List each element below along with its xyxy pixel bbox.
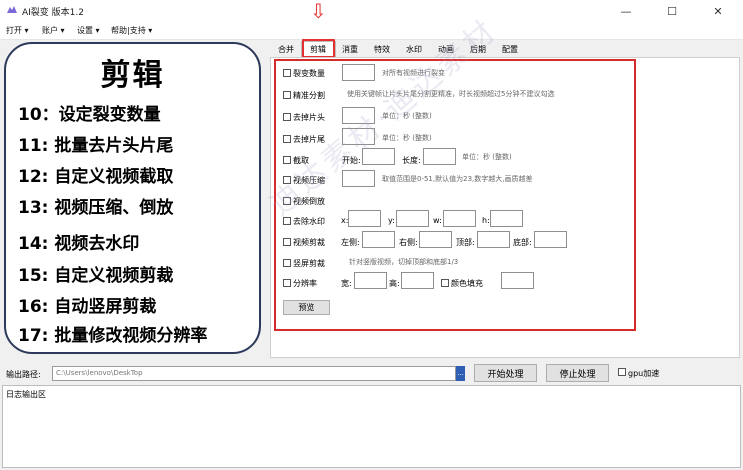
tab-dedupe[interactable]: 消重: [342, 44, 358, 55]
output-path-label: 输出路径:: [6, 370, 41, 379]
gpu-accel-label: gpu加速: [628, 369, 660, 378]
vertical-crop-hint: 针对竖版视频，切掉顶部和底部1/3: [349, 258, 459, 266]
reverse-label: 视频倒放: [293, 197, 325, 206]
menu-settings[interactable]: 设置 ▾: [77, 25, 100, 36]
clip-label: 截取: [293, 156, 309, 165]
fission-count-label: 裂变数量: [293, 69, 325, 78]
window-title: AI裂变 版本1.2: [22, 8, 84, 18]
browse-button[interactable]: ...: [456, 366, 465, 381]
clip-length-label: 长度:: [402, 156, 421, 165]
clip-checkbox[interactable]: [283, 156, 291, 164]
reverse-checkbox[interactable]: [283, 197, 291, 205]
feature-item: 15: 自定义视频剪裁: [18, 266, 174, 286]
feature-title: 剪辑: [100, 58, 165, 93]
minimize-button[interactable]: —: [603, 0, 649, 22]
crop-bottom-input[interactable]: [534, 231, 567, 248]
gpu-accel-checkbox[interactable]: [618, 368, 626, 376]
clip-unit: 单位：秒 (整数): [462, 153, 512, 161]
compress-checkbox[interactable]: [283, 176, 291, 184]
cut-tail-checkbox[interactable]: [283, 135, 291, 143]
feature-item: 16: 自动竖屏剪裁: [18, 297, 157, 317]
fission-count-checkbox[interactable]: [283, 69, 291, 77]
cut-tail-label: 去掉片尾: [293, 135, 325, 144]
cut-head-input[interactable]: [342, 107, 375, 124]
cut-tail-input[interactable]: [342, 128, 375, 145]
menu-help-support[interactable]: 帮助|支持 ▾: [111, 25, 152, 36]
start-processing-button[interactable]: 开始处理: [474, 364, 537, 382]
crop-right-label: 右侧:: [399, 238, 418, 247]
tab-config[interactable]: 配置: [502, 44, 518, 55]
crop-left-input[interactable]: [362, 231, 395, 248]
compress-label: 视频压缩: [293, 176, 325, 185]
watermark-h-label: h:: [482, 216, 490, 225]
precise-split-label: 精准分割: [293, 91, 325, 100]
resolution-checkbox[interactable]: [283, 279, 291, 287]
maximize-button[interactable]: ☐: [649, 0, 695, 22]
crop-right-input[interactable]: [419, 231, 452, 248]
crop-bottom-label: 底部:: [513, 238, 532, 247]
remove-watermark-checkbox[interactable]: [283, 217, 291, 225]
compress-input[interactable]: [342, 170, 375, 187]
crop-label: 视频剪裁: [293, 238, 325, 247]
resolution-width-label: 宽:: [341, 279, 352, 288]
watermark-w-label: w:: [433, 216, 442, 225]
tab-effects[interactable]: 特效: [374, 44, 390, 55]
resolution-height-input[interactable]: [401, 272, 434, 289]
feature-item: 12: 自定义视频截取: [18, 167, 174, 187]
cut-head-checkbox[interactable]: [283, 113, 291, 121]
fission-count-hint: 对所有视频进行裂变: [382, 69, 445, 77]
watermark-y-input[interactable]: [396, 210, 429, 227]
watermark-h-input[interactable]: [490, 210, 523, 227]
crop-left-label: 左侧:: [341, 238, 360, 247]
log-output-label: 日志输出区: [6, 390, 46, 399]
resolution-label: 分辨率: [293, 279, 317, 288]
tab-animation[interactable]: 动画: [438, 44, 454, 55]
crop-checkbox[interactable]: [283, 238, 291, 246]
menu-account[interactable]: 账户 ▾: [42, 25, 65, 36]
feature-item: 10：设定裂变数量: [18, 105, 161, 125]
clip-start-label: 开始:: [342, 156, 361, 165]
vertical-crop-checkbox[interactable]: [283, 259, 291, 267]
tab-watermark[interactable]: 水印: [406, 44, 422, 55]
tab-highlight-box: [302, 39, 335, 58]
clip-length-input[interactable]: [423, 148, 456, 165]
output-path-input[interactable]: C:\Users\lenovo\DeskTop: [52, 366, 456, 381]
compress-hint: 取值范围是0-51,默认值为23,数字越大,画质越差: [382, 175, 533, 183]
cut-head-unit: 单位：秒 (整数): [382, 112, 432, 120]
feature-item: 13: 视频压缩、倒放: [18, 198, 174, 218]
cut-head-label: 去掉片头: [293, 113, 325, 122]
watermark-w-input[interactable]: [443, 210, 476, 227]
resolution-height-label: 高:: [389, 279, 400, 288]
vertical-crop-label: 竖屏剪裁: [293, 259, 325, 268]
crop-top-label: 顶部:: [456, 238, 475, 247]
crop-top-input[interactable]: [477, 231, 510, 248]
feature-item: 14: 视频去水印: [18, 234, 140, 254]
color-fill-label: 颜色填充: [451, 279, 483, 288]
app-logo-icon: [7, 6, 17, 13]
watermark-x-input[interactable]: [348, 210, 381, 227]
down-arrow-icon: ⇩: [310, 0, 327, 23]
precise-split-checkbox[interactable]: [283, 91, 291, 99]
feature-item: 17: 批量修改视频分辨率: [18, 326, 208, 346]
preview-button[interactable]: 预览: [283, 300, 330, 315]
clip-start-input[interactable]: [362, 148, 395, 165]
precise-split-hint: 使用关键帧让片头片尾分割更精准，时长视频超过5分钟不建议勾选: [347, 90, 555, 98]
feature-item: 11: 批量去片头片尾: [18, 136, 174, 156]
watermark-y-label: y:: [388, 216, 395, 225]
tab-merge[interactable]: 合并: [278, 44, 294, 55]
remove-watermark-label: 去除水印: [293, 217, 325, 226]
close-button[interactable]: ✕: [695, 0, 741, 22]
highlight-frame: [274, 59, 636, 331]
color-fill-checkbox[interactable]: [441, 279, 449, 287]
fission-count-input[interactable]: [342, 64, 375, 81]
color-fill-swatch[interactable]: [501, 272, 534, 289]
stop-processing-button[interactable]: 停止处理: [546, 364, 609, 382]
menu-open[interactable]: 打开 ▾: [6, 25, 29, 36]
resolution-width-input[interactable]: [354, 272, 387, 289]
tab-postprocess[interactable]: 后期: [470, 44, 486, 55]
cut-tail-unit: 单位：秒 (整数): [382, 134, 432, 142]
log-output-area[interactable]: [2, 385, 741, 468]
